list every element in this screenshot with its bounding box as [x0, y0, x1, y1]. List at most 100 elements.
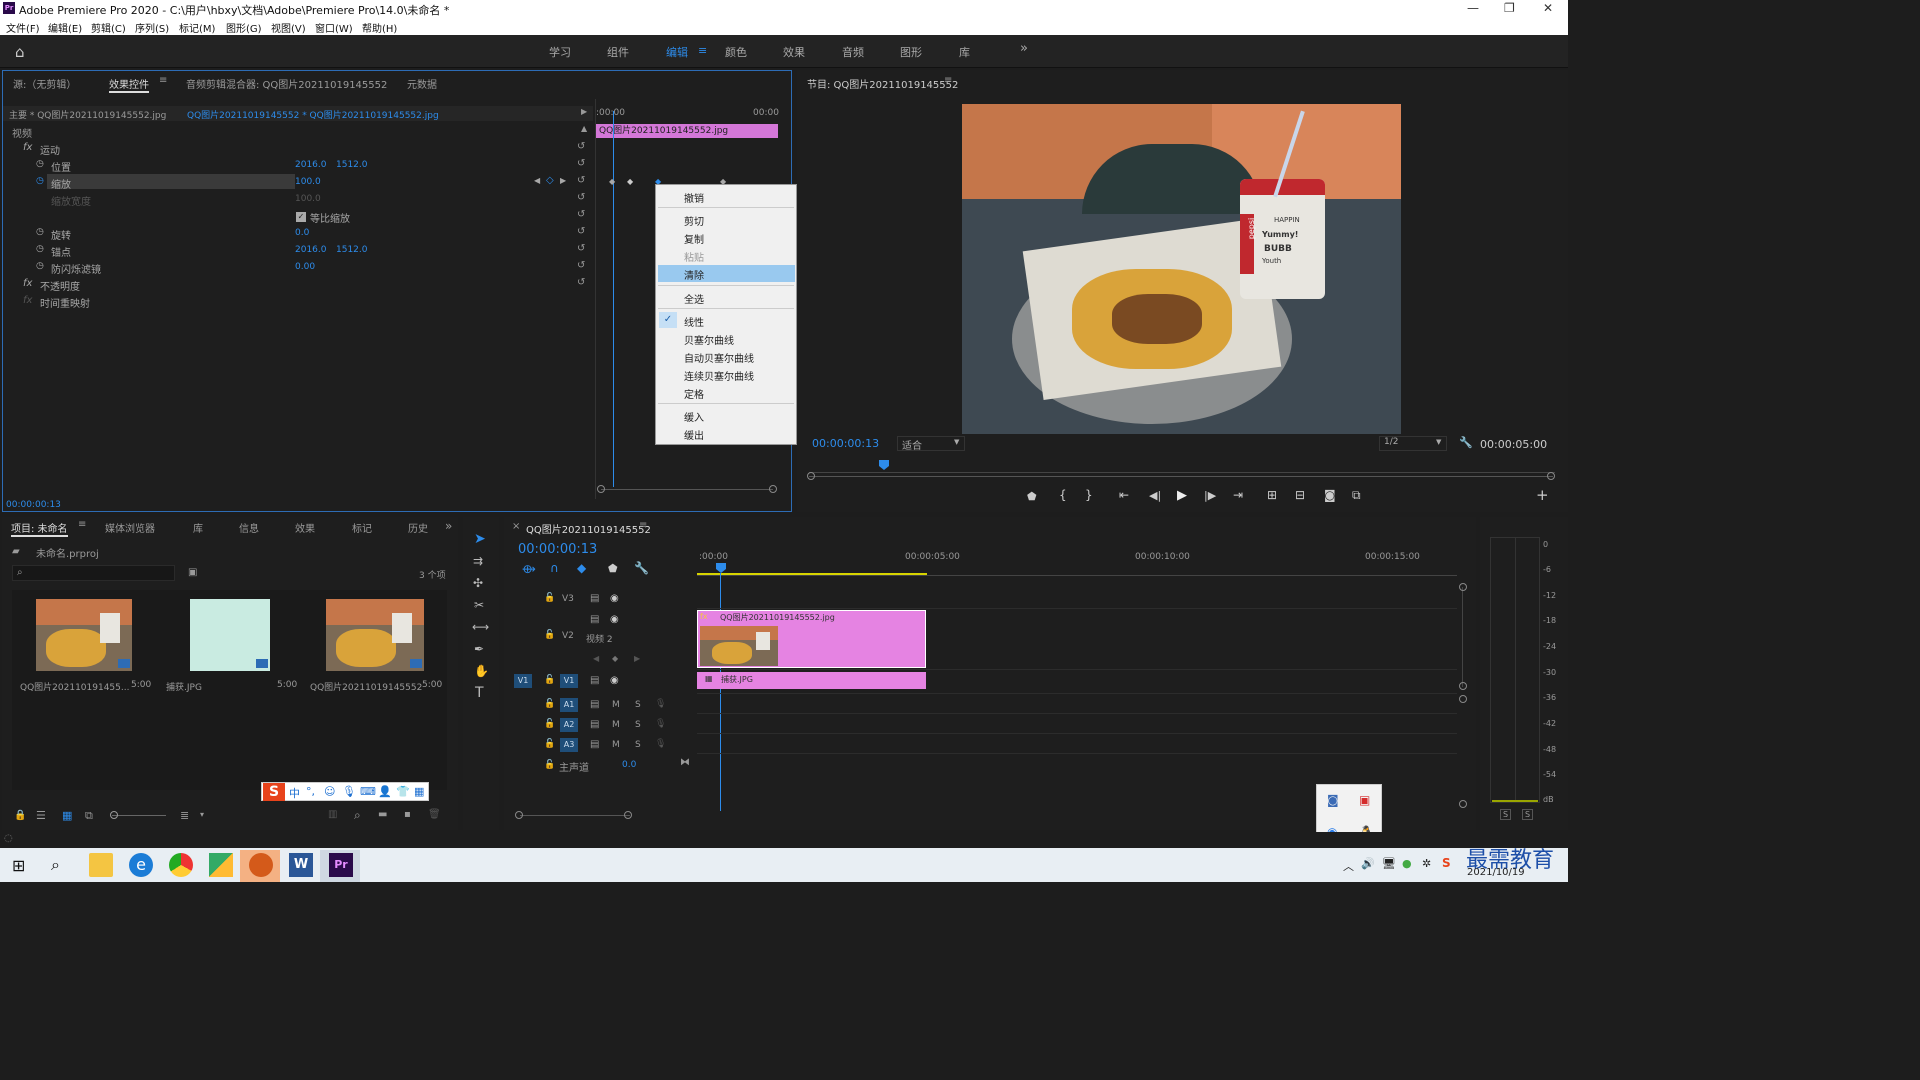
reset-icon[interactable]: ↺: [577, 243, 585, 254]
zoom-handle-left[interactable]: [597, 485, 605, 493]
tab-markers[interactable]: 标记: [352, 520, 372, 535]
camera-icon[interactable]: ◙: [1324, 488, 1336, 502]
add-marker-icon[interactable]: ⬟: [1027, 490, 1037, 503]
ec-timecode[interactable]: 00:00:00:13: [6, 500, 61, 510]
solo-right-button[interactable]: S: [1522, 809, 1534, 820]
sync-lock-icon[interactable]: ▤: [590, 675, 599, 686]
menu-paste[interactable]: 粘贴: [684, 249, 704, 264]
extract-icon[interactable]: ⊟: [1295, 488, 1305, 502]
mark-out-icon[interactable]: }: [1085, 488, 1093, 502]
lock-icon[interactable]: 🔒: [14, 810, 26, 821]
file-explorer-icon[interactable]: [89, 853, 113, 877]
sync-lock-icon[interactable]: ▤: [590, 614, 599, 625]
scale-value[interactable]: 100.0: [295, 177, 321, 187]
tab-libraries[interactable]: 库: [193, 520, 203, 535]
solo-button[interactable]: S: [635, 740, 641, 750]
scroll-up-icon[interactable]: ▲: [581, 124, 587, 133]
play-only-audio-icon[interactable]: ▶: [581, 107, 587, 116]
snap-icon[interactable]: ⟴: [522, 562, 536, 576]
lock-icon[interactable]: 🔓: [544, 593, 555, 603]
sync-lock-icon[interactable]: ▤: [590, 699, 599, 710]
tab-effects[interactable]: 效果: [295, 520, 315, 535]
ripple-edit-tool-icon[interactable]: ✣: [473, 576, 483, 590]
tab-effect-controls[interactable]: 效果控件: [109, 76, 149, 93]
lock-icon[interactable]: 🔓: [544, 719, 555, 729]
trash-icon[interactable]: 🗑: [428, 809, 441, 820]
menu-cut[interactable]: 剪切: [684, 213, 704, 228]
stopwatch-icon[interactable]: ◷: [36, 227, 44, 237]
workspace-libraries[interactable]: 库: [959, 44, 970, 60]
slip-tool-icon[interactable]: ⟷: [472, 620, 489, 634]
menu-view[interactable]: 视图(V): [271, 20, 306, 35]
menu-ease-in[interactable]: 缓入: [684, 409, 704, 424]
mic-icon[interactable]: 🎙: [655, 739, 666, 749]
track-select-tool-icon[interactable]: ⇉: [473, 554, 483, 568]
find-icon[interactable]: ⌕: [354, 808, 361, 823]
program-title[interactable]: 节目: QQ图片20211019145552: [807, 76, 958, 91]
automate-icon[interactable]: ▥: [328, 809, 337, 820]
menu-linear[interactable]: 线性: [684, 314, 704, 329]
solo-button[interactable]: S: [635, 700, 641, 710]
mark-in-icon[interactable]: {: [1059, 488, 1067, 502]
tab-menu-icon[interactable]: ≡: [639, 520, 647, 531]
go-to-in-icon[interactable]: ⇤: [1119, 488, 1129, 502]
solo-left-button[interactable]: S: [1500, 809, 1512, 820]
chrome-icon[interactable]: [169, 853, 193, 877]
position-y[interactable]: 1512.0: [336, 160, 368, 170]
v-scroll-handle[interactable]: [1459, 695, 1467, 703]
program-video-frame[interactable]: pepsi HAPPIN Yummy! BUBB Youth: [962, 104, 1401, 434]
clip-v2[interactable]: fx QQ图片20211019145552.jpg: [697, 610, 926, 668]
program-timecode[interactable]: 00:00:00:13: [812, 437, 879, 450]
workspace-menu-icon[interactable]: ≡: [698, 44, 707, 57]
mute-button[interactable]: M: [612, 700, 620, 710]
menu-sequence[interactable]: 序列(S): [135, 20, 169, 35]
stopwatch-active-icon[interactable]: ◷: [36, 176, 44, 186]
menu-graphics[interactable]: 图形(G): [226, 20, 262, 35]
add-keyframe-icon[interactable]: ◆: [612, 654, 618, 663]
next-keyframe-icon[interactable]: ▶: [634, 654, 640, 663]
more-tabs-icon[interactable]: »: [445, 519, 452, 533]
uniform-scale-checkbox[interactable]: ✓: [296, 212, 306, 222]
v-scroll-handle[interactable]: [1459, 583, 1467, 591]
reset-icon[interactable]: ↺: [577, 226, 585, 237]
close-tab-icon[interactable]: ×: [512, 521, 520, 532]
anchor-y[interactable]: 1512.0: [336, 245, 368, 255]
master-volume[interactable]: 0.0: [622, 760, 636, 770]
clip-v1[interactable]: ▦ 捕获.JPG: [697, 672, 926, 689]
menu-help[interactable]: 帮助(H): [362, 20, 397, 35]
close-icon[interactable]: ✕: [1543, 1, 1553, 15]
marker-icon[interactable]: ⬟: [608, 562, 618, 575]
wrench-icon[interactable]: 🔧: [634, 561, 649, 575]
mic-icon[interactable]: 🎙: [655, 719, 666, 729]
selection-tool-icon[interactable]: ➤: [474, 531, 486, 547]
lift-icon[interactable]: ⊞: [1267, 488, 1277, 502]
sync-lock-icon[interactable]: ▤: [590, 719, 599, 730]
linked-selection-icon[interactable]: ∩: [550, 561, 559, 575]
keyboard-icon[interactable]: ⌨: [360, 785, 376, 798]
tab-audio-mixer[interactable]: 音频剪辑混合器: QQ图片20211019145552: [186, 76, 387, 91]
tray-chevron-icon[interactable]: ︿: [1343, 858, 1354, 874]
project-search-input[interactable]: ⌕: [12, 565, 175, 581]
app-icon[interactable]: [209, 853, 233, 877]
track-target-a3[interactable]: A3: [560, 738, 578, 752]
home-icon[interactable]: ⌂: [15, 43, 25, 61]
zoom-handle-right[interactable]: [1547, 472, 1555, 480]
workspace-audio[interactable]: 音频: [842, 44, 864, 60]
tray-icon[interactable]: ✲: [1422, 857, 1431, 870]
tab-info[interactable]: 信息: [239, 520, 259, 535]
sync-lock-icon[interactable]: ▤: [590, 593, 599, 604]
tab-menu-icon[interactable]: ≡: [159, 75, 167, 86]
track-target-v1[interactable]: V1: [560, 674, 578, 688]
zoom-slider-handle[interactable]: [110, 811, 118, 819]
compare-view-icon[interactable]: ⧉: [1352, 488, 1361, 503]
step-forward-icon[interactable]: |▶: [1204, 489, 1216, 502]
menu-auto-bezier[interactable]: 自动贝塞尔曲线: [684, 350, 754, 365]
eye-icon[interactable]: ◉: [610, 593, 619, 604]
search-icon[interactable]: ⌕: [51, 855, 60, 875]
sync-lock-icon[interactable]: ▤: [590, 739, 599, 750]
reset-icon[interactable]: ↺: [577, 277, 585, 288]
track-target-a2[interactable]: A2: [560, 718, 578, 732]
workspace-more-icon[interactable]: »: [1020, 41, 1028, 56]
fx-icon[interactable]: fx: [23, 142, 32, 153]
tab-history[interactable]: 历史: [408, 520, 428, 535]
